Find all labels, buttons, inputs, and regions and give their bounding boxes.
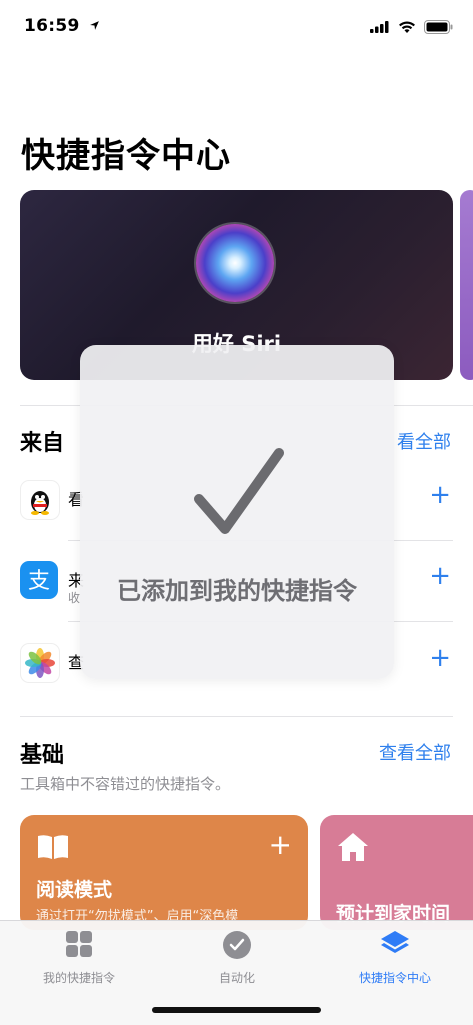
wifi-icon bbox=[399, 21, 415, 33]
add-button[interactable]: + bbox=[269, 831, 292, 859]
section-title-from-apps: 来自 bbox=[20, 431, 65, 456]
see-all-link[interactable]: 看全部 bbox=[397, 428, 451, 454]
layers-icon bbox=[381, 931, 409, 953]
alipay-icon: 支 bbox=[20, 561, 58, 599]
status-time: 16:59 bbox=[24, 16, 100, 36]
tab-label: 快捷指令中心 bbox=[358, 971, 431, 985]
see-all-link[interactable]: 查看全部 bbox=[379, 739, 451, 765]
checkmark-icon bbox=[194, 448, 284, 534]
tab-my-shortcuts[interactable]: 我的快捷指令 bbox=[0, 929, 158, 986]
tab-gallery[interactable]: 快捷指令中心 bbox=[316, 929, 473, 986]
siri-orb-icon bbox=[196, 224, 274, 302]
grid-icon bbox=[66, 931, 92, 957]
add-button[interactable]: + bbox=[429, 563, 451, 589]
add-button[interactable]: + bbox=[429, 645, 451, 671]
section-title-basics: 基础 bbox=[20, 743, 65, 768]
tab-label: 自动化 bbox=[218, 971, 255, 985]
divider bbox=[20, 716, 453, 717]
confirmation-message: 已添加到我的快捷指令 bbox=[117, 577, 357, 605]
shortcut-card-reading-mode[interactable]: + 阅读模式 通过打开“勿扰模式”、启用“深色模 bbox=[20, 815, 308, 930]
section-subtitle: 工具箱中不容错过的快捷指令。 bbox=[20, 775, 231, 793]
tab-label: 我的快捷指令 bbox=[42, 971, 115, 985]
next-card-peek[interactable] bbox=[460, 190, 473, 380]
status-icons bbox=[370, 20, 453, 34]
location-arrow-icon bbox=[89, 21, 99, 30]
home-icon bbox=[338, 833, 368, 861]
tab-automation[interactable]: 自动化 bbox=[158, 929, 316, 986]
add-button[interactable]: + bbox=[429, 482, 451, 508]
photos-icon bbox=[20, 643, 60, 683]
home-indicator bbox=[152, 1007, 321, 1013]
clock-check-icon bbox=[223, 931, 251, 959]
book-icon bbox=[38, 835, 68, 859]
qq-penguin-icon bbox=[20, 480, 60, 520]
shortcut-card-eta-home[interactable]: 预计到家时间 bbox=[320, 815, 473, 930]
page-title: 快捷指令中心 bbox=[21, 136, 231, 176]
svg-text:支: 支 bbox=[28, 569, 50, 594]
card-title: 阅读模式 bbox=[36, 879, 113, 901]
app-subtitle: 收 bbox=[68, 591, 81, 605]
added-confirmation-hud: 已添加到我的快捷指令 bbox=[80, 345, 394, 679]
cellular-signal-icon bbox=[370, 21, 389, 33]
battery-icon bbox=[424, 20, 453, 34]
